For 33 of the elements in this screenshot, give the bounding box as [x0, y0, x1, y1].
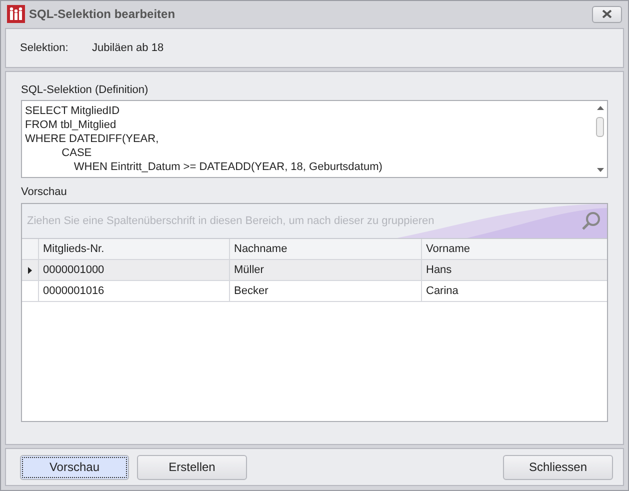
dialog-button[interactable]: Erstellen: [137, 454, 247, 480]
row-indicator-icon: [28, 266, 32, 274]
code-line: WHERE DATEDIFF(YEAR,: [25, 132, 160, 146]
column-header[interactable]: Mitglieds-Nr.: [39, 239, 230, 259]
table-cell-text: Hans: [425, 263, 453, 278]
table-row[interactable]: 0000001016 Becker Carina: [22, 281, 607, 302]
column-header[interactable]: Nachname: [230, 239, 422, 259]
code-line: SELECT MitgliedID: [25, 104, 121, 118]
dialog-button[interactable]: Vorschau: [20, 454, 129, 480]
dialog-button[interactable]: Schliessen: [503, 454, 613, 480]
preview-label: Vorschau: [21, 186, 68, 198]
code-line: FROM tbl_Mitglied: [25, 118, 118, 132]
column-header[interactable]: Vorname: [422, 239, 607, 259]
sql-editor[interactable]: SELECT MitgliedID FROM tbl_Mitglied WHERE DATEDIFF(YEAR, CASE WHEN Eintritt_Datum >= DATEADD(YEAR, 18, Geburtsdatum): [21, 100, 608, 178]
close-button[interactable]: [592, 6, 622, 22]
table-cell: Becker: [230, 281, 422, 301]
table-cell: 0000001016: [39, 281, 230, 301]
window-title: SQL-Selektion bearbeiten: [29, 7, 176, 21]
selection-value: Jubiläen ab 18: [92, 42, 164, 54]
scroll-thumb[interactable]: [596, 117, 604, 137]
close-icon: [602, 10, 612, 18]
code-line: WHEN Eintritt_Datum >= DATEADD(YEAR, 18, Geburtsdatum): [72, 160, 384, 174]
code-line: CASE: [60, 146, 93, 160]
table-cell: 0000001000: [39, 260, 230, 280]
scroll-up-icon: [596, 106, 604, 110]
definition-label: SQL-Selektion (Definition): [21, 84, 150, 96]
table-cell-text: Carina: [425, 284, 460, 299]
group-panel-hint: Ziehen Sie eine Spaltenüberschrift in diesen Bereich, um nach dieser zu gruppieren: [26, 215, 434, 227]
table-row[interactable]: 0000001000 Müller Hans: [22, 260, 607, 281]
scroll-down-icon: [596, 168, 604, 172]
table-cell: Müller: [230, 260, 422, 280]
selection-label: Selektion:: [20, 42, 70, 54]
app-icon: [7, 5, 25, 23]
